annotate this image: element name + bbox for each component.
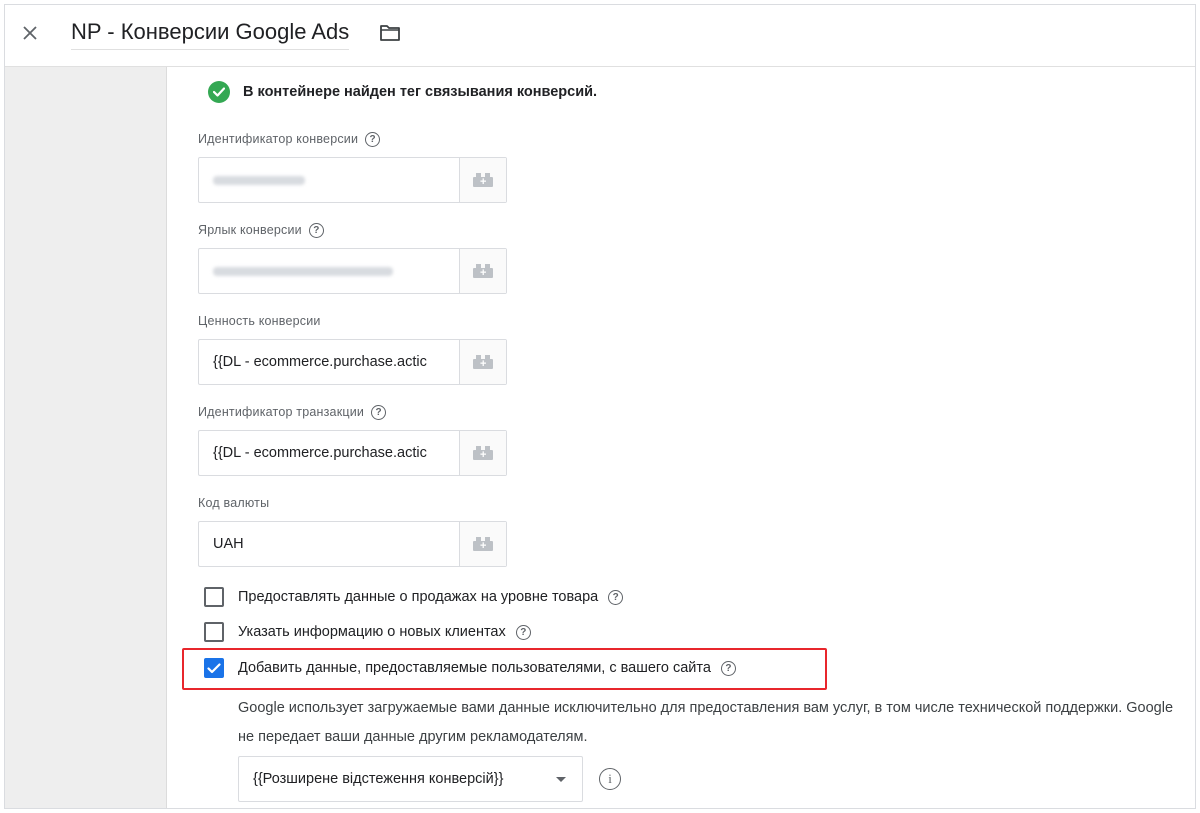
close-icon[interactable] <box>18 21 42 45</box>
linker-found-banner: В контейнере найден тег связывания конве… <box>208 81 597 103</box>
checkbox-label: Предоставлять данные о продажах на уровн… <box>238 589 599 605</box>
field-label-text: Идентификатор конверсии <box>198 132 359 146</box>
user-provided-data-option: Добавить данные, предоставляемые пользов… <box>204 658 736 678</box>
input-value[interactable]: {{DL - ecommerce.purchase.actic <box>199 431 460 475</box>
variable-brick-icon: + <box>473 446 493 461</box>
help-icon[interactable]: ? <box>365 131 381 147</box>
new-customer-data-checkbox[interactable] <box>204 622 224 642</box>
user-data-variable-select[interactable]: {{Розширене відстеження конверсій}} <box>238 756 583 802</box>
dropdown-caret-icon <box>556 777 566 782</box>
variable-brick-icon: + <box>473 264 493 279</box>
conversion-label-input[interactable]: + <box>198 248 507 294</box>
field-label-text: Ценность конверсии <box>198 314 321 328</box>
conversion-label-field: Ярлык конверсии ? + <box>198 221 507 294</box>
folder-icon[interactable] <box>377 22 403 44</box>
conversion-id-input[interactable]: + <box>198 157 507 203</box>
field-label: Ценность конверсии <box>198 312 507 330</box>
currency-code-field: Код валюты UAH + <box>198 494 507 567</box>
conversion-id-field: Идентификатор конверсии ? + <box>198 130 507 203</box>
user-provided-data-checkbox[interactable] <box>204 658 224 678</box>
new-customer-data-option: Указать информацию о новых клиентах ? <box>204 622 531 642</box>
tag-configuration: В контейнере найден тег связывания конве… <box>168 67 1195 808</box>
help-icon[interactable]: ? <box>371 404 387 420</box>
left-sidebar <box>5 67 167 808</box>
help-icon[interactable]: ? <box>608 589 624 605</box>
input-value[interactable] <box>199 249 460 293</box>
help-icon[interactable]: ? <box>720 660 736 676</box>
field-label: Ярлык конверсии ? <box>198 221 507 239</box>
currency-code-input[interactable]: UAH + <box>198 521 507 567</box>
variable-picker-button[interactable]: + <box>460 522 506 566</box>
product-sales-data-option: Предоставлять данные о продажах на уровн… <box>204 587 624 607</box>
checkbox-label: Указать информацию о новых клиентах <box>238 624 506 640</box>
variable-picker-button[interactable]: + <box>460 158 506 202</box>
transaction-id-input[interactable]: {{DL - ecommerce.purchase.actic + <box>198 430 507 476</box>
check-circle-icon <box>208 81 230 103</box>
input-value[interactable]: UAH <box>199 522 460 566</box>
field-label-text: Код валюты <box>198 496 270 510</box>
select-value: {{Розширене відстеження конверсій}} <box>253 771 504 787</box>
tag-name-title[interactable]: NP - Конверсии Google Ads <box>71 19 350 50</box>
checkmark-icon <box>207 662 221 673</box>
field-label-text: Идентификатор транзакции <box>198 405 365 419</box>
variable-brick-icon: + <box>473 355 493 370</box>
field-label: Код валюты <box>198 494 507 512</box>
transaction-id-field: Идентификатор транзакции ? {{DL - ecomme… <box>198 403 507 476</box>
conversion-value-input[interactable]: {{DL - ecommerce.purchase.actic + <box>198 339 507 385</box>
conversion-value-field: Ценность конверсии {{DL - ecommerce.purc… <box>198 312 507 385</box>
checkbox-label: Добавить данные, предоставляемые пользов… <box>238 660 711 676</box>
help-icon[interactable]: ? <box>515 624 531 640</box>
variable-picker-button[interactable]: + <box>460 340 506 384</box>
variable-picker-button[interactable]: + <box>460 249 506 293</box>
product-sales-data-checkbox[interactable] <box>204 587 224 607</box>
field-label-text: Ярлык конверсии <box>198 223 302 237</box>
data-usage-description: Google использует загружаемые вами данны… <box>238 700 1174 745</box>
blurred-value <box>213 175 305 185</box>
input-value[interactable]: {{DL - ecommerce.purchase.actic <box>199 340 460 384</box>
input-value[interactable] <box>199 158 460 202</box>
field-label: Идентификатор транзакции ? <box>198 403 507 421</box>
variable-picker-button[interactable]: + <box>460 431 506 475</box>
field-label: Идентификатор конверсии ? <box>198 130 507 148</box>
top-bar: NP - Конверсии Google Ads <box>5 5 1195 67</box>
info-icon[interactable]: i <box>599 768 621 790</box>
banner-text: В контейнере найден тег связывания конве… <box>243 84 598 100</box>
variable-brick-icon: + <box>473 173 493 188</box>
blurred-value <box>213 266 393 276</box>
tag-editor-panel: NP - Конверсии Google Ads В контейнере н… <box>4 4 1196 809</box>
help-icon[interactable]: ? <box>308 222 324 238</box>
variable-brick-icon: + <box>473 537 493 552</box>
